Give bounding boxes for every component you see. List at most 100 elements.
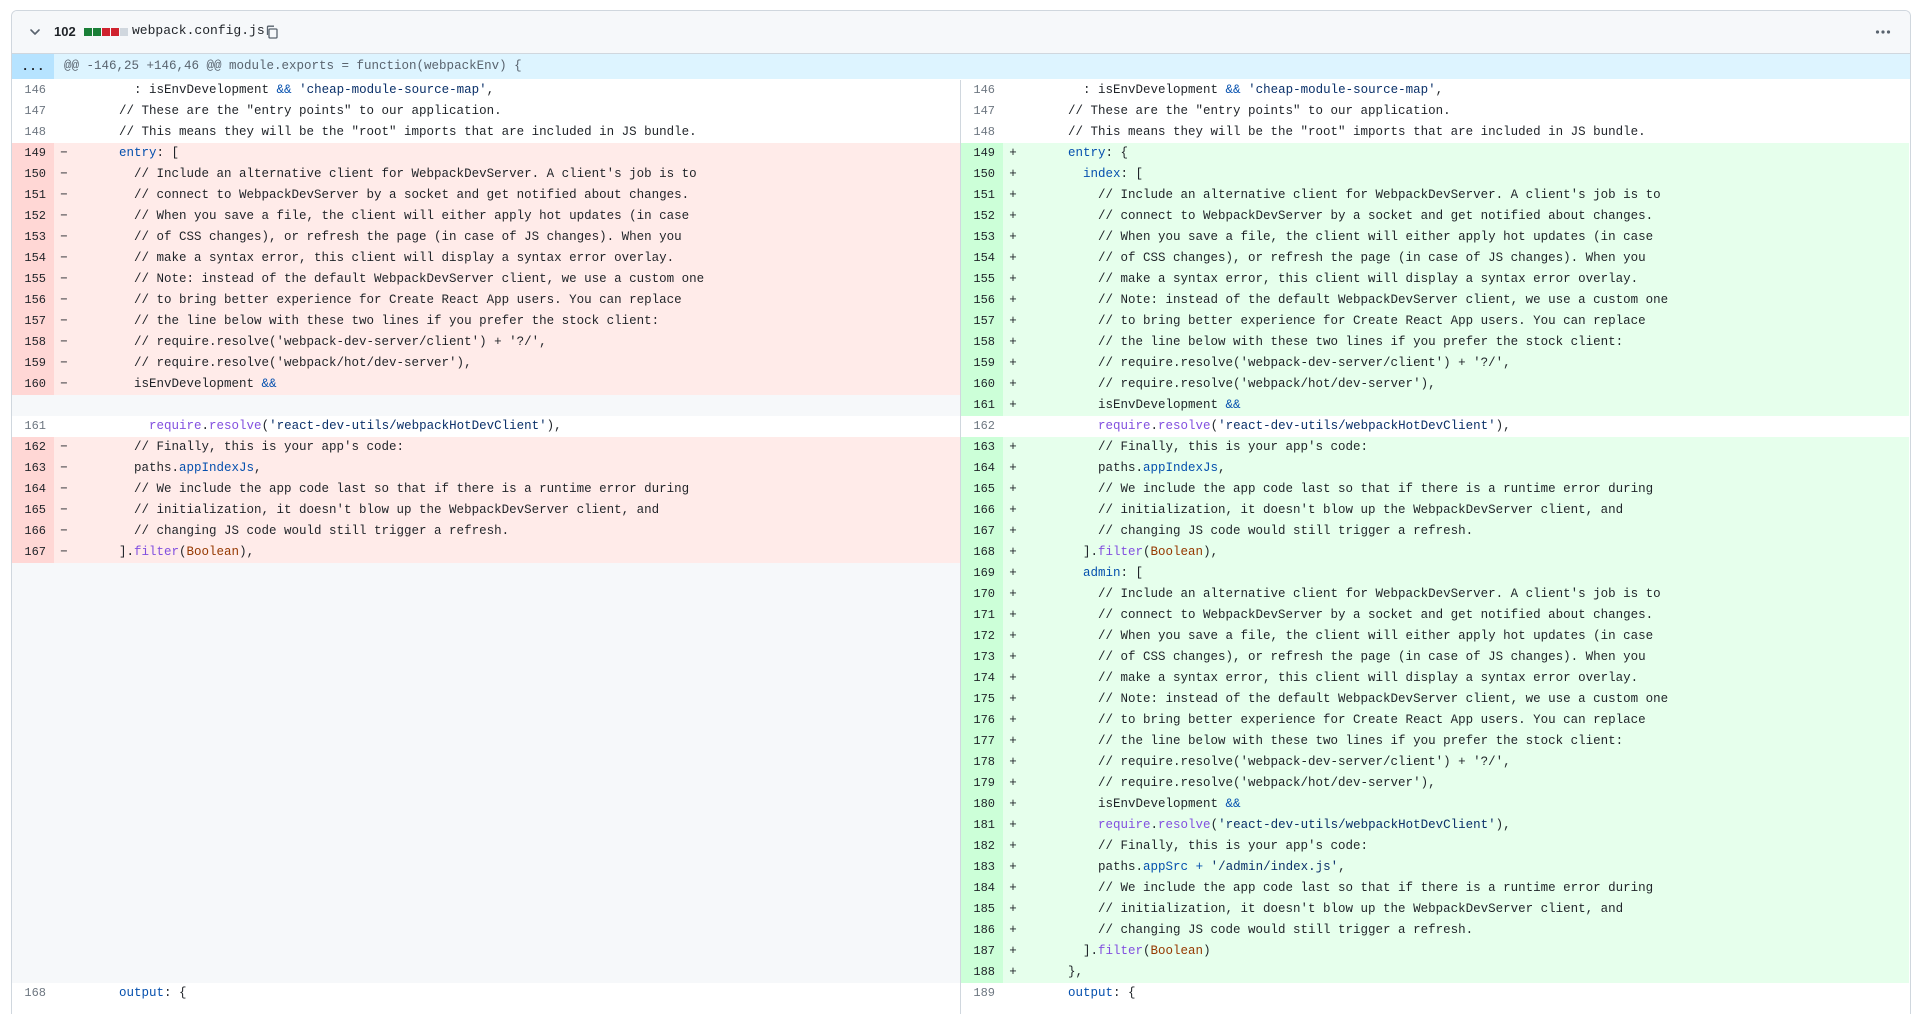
diff-marker: −: [60, 356, 68, 370]
line-number[interactable]: 168: [961, 542, 1003, 563]
line-number[interactable]: 164: [12, 479, 54, 500]
line-number[interactable]: 161: [12, 416, 54, 437]
line-number[interactable]: 167: [961, 521, 1003, 542]
line-number[interactable]: 146: [961, 80, 1003, 101]
line-number[interactable]: 163: [961, 437, 1003, 458]
line-number[interactable]: 156: [961, 290, 1003, 311]
line-number[interactable]: 149: [12, 143, 54, 164]
line-number[interactable]: 161: [961, 395, 1003, 416]
code-line: paths.appIndexJs,: [1023, 461, 1226, 475]
line-number[interactable]: 171: [961, 605, 1003, 626]
line-number[interactable]: 166: [12, 521, 54, 542]
diff-marker: [54, 794, 74, 815]
line-number[interactable]: 152: [12, 206, 54, 227]
line-number[interactable]: 152: [961, 206, 1003, 227]
line-number[interactable]: 175: [961, 689, 1003, 710]
line-number[interactable]: 162: [961, 416, 1003, 437]
left-diff-line: 153− // of CSS changes), or refresh the …: [12, 227, 960, 248]
line-number[interactable]: 181: [961, 815, 1003, 836]
line-number[interactable]: 169: [961, 563, 1003, 584]
line-number[interactable]: 154: [12, 248, 54, 269]
line-number[interactable]: 151: [961, 185, 1003, 206]
line-number[interactable]: 185: [961, 899, 1003, 920]
line-number[interactable]: 183: [961, 857, 1003, 878]
line-number[interactable]: 165: [961, 479, 1003, 500]
collapse-file-button[interactable]: [25, 22, 45, 42]
line-number[interactable]: 160: [961, 374, 1003, 395]
line-number[interactable]: 148: [12, 122, 54, 143]
right-diff-line: 150 + index: [: [961, 164, 1909, 185]
line-number[interactable]: 163: [12, 458, 54, 479]
line-number[interactable]: 182: [961, 836, 1003, 857]
line-number[interactable]: 147: [961, 101, 1003, 122]
diff-marker: +: [1009, 608, 1017, 622]
diff-file: 102 webpack.config.js ... @@ -146,25 +14…: [11, 10, 1911, 1014]
line-number[interactable]: 148: [961, 122, 1003, 143]
left-diff-line: [12, 395, 960, 416]
diff-marker: +: [1009, 902, 1017, 916]
line-number[interactable]: 184: [961, 878, 1003, 899]
line-number[interactable]: 167: [12, 542, 54, 563]
line-number[interactable]: 187: [961, 941, 1003, 962]
line-number[interactable]: 149: [961, 143, 1003, 164]
line-number[interactable]: 180: [961, 794, 1003, 815]
line-number[interactable]: 155: [12, 269, 54, 290]
line-number[interactable]: 166: [961, 500, 1003, 521]
code-line: // Note: instead of the default WebpackD…: [74, 272, 705, 286]
line-number[interactable]: 173: [961, 647, 1003, 668]
line-number[interactable]: 170: [961, 584, 1003, 605]
line-number[interactable]: 162: [12, 437, 54, 458]
more-options-button[interactable]: [1872, 22, 1894, 42]
diff-marker: [54, 773, 74, 794]
line-number[interactable]: 160: [12, 374, 54, 395]
line-number[interactable]: 178: [961, 752, 1003, 773]
file-name-link[interactable]: webpack.config.js: [132, 23, 265, 38]
line-number[interactable]: 147: [12, 101, 54, 122]
line-number[interactable]: 189: [961, 983, 1003, 1004]
line-number[interactable]: 155: [961, 269, 1003, 290]
copy-icon: [266, 25, 278, 39]
line-number[interactable]: 157: [961, 311, 1003, 332]
line-number[interactable]: 159: [961, 353, 1003, 374]
line-number[interactable]: 186: [961, 920, 1003, 941]
copy-path-button[interactable]: [262, 22, 282, 42]
line-number[interactable]: 165: [12, 500, 54, 521]
line-number[interactable]: 146: [12, 80, 54, 101]
line-number[interactable]: 179: [961, 773, 1003, 794]
left-diff-line: 157− // the line below with these two li…: [12, 311, 960, 332]
right-diff-line: 155 + // make a syntax error, this client…: [961, 269, 1909, 290]
diff-marker: −: [60, 545, 68, 559]
line-number[interactable]: 153: [961, 227, 1003, 248]
line-number[interactable]: 157: [12, 311, 54, 332]
line-number[interactable]: 153: [12, 227, 54, 248]
left-diff-line: 150− // Include an alternative client fo…: [12, 164, 960, 185]
line-number[interactable]: 158: [961, 332, 1003, 353]
expand-hunk-button[interactable]: ...: [12, 54, 54, 79]
right-diff-line: 170 + // Include an alternative client fo…: [961, 584, 1909, 605]
diff-marker: [54, 836, 74, 857]
line-number[interactable]: 158: [12, 332, 54, 353]
line-number: [12, 899, 54, 920]
line-number[interactable]: 150: [12, 164, 54, 185]
line-number[interactable]: 159: [12, 353, 54, 374]
line-number[interactable]: 176: [961, 710, 1003, 731]
code-line: // the line below with these two lines i…: [1023, 335, 1624, 349]
right-diff-pane: 146 : isEnvDevelopment && 'cheap-module-…: [961, 80, 1909, 1014]
line-number[interactable]: 156: [12, 290, 54, 311]
line-number[interactable]: 151: [12, 185, 54, 206]
line-number[interactable]: 168: [12, 983, 54, 1004]
code-line: // require.resolve('webpack/hot/dev-serv…: [1023, 776, 1436, 790]
line-number[interactable]: 177: [961, 731, 1003, 752]
line-number[interactable]: 154: [961, 248, 1003, 269]
line-number[interactable]: 174: [961, 668, 1003, 689]
line-number[interactable]: 188: [961, 962, 1003, 983]
left-diff-line: 155− // Note: instead of the default Web…: [12, 269, 960, 290]
left-diff-line: [12, 794, 960, 815]
line-number[interactable]: 172: [961, 626, 1003, 647]
diff-marker: [54, 857, 74, 878]
diffstat-block: [93, 28, 101, 36]
right-diff-line: 177 + // the line below with these two li…: [961, 731, 1909, 752]
line-number[interactable]: 150: [961, 164, 1003, 185]
line-number[interactable]: 164: [961, 458, 1003, 479]
right-diff-line: 176 + // to bring better experience for C…: [961, 710, 1909, 731]
